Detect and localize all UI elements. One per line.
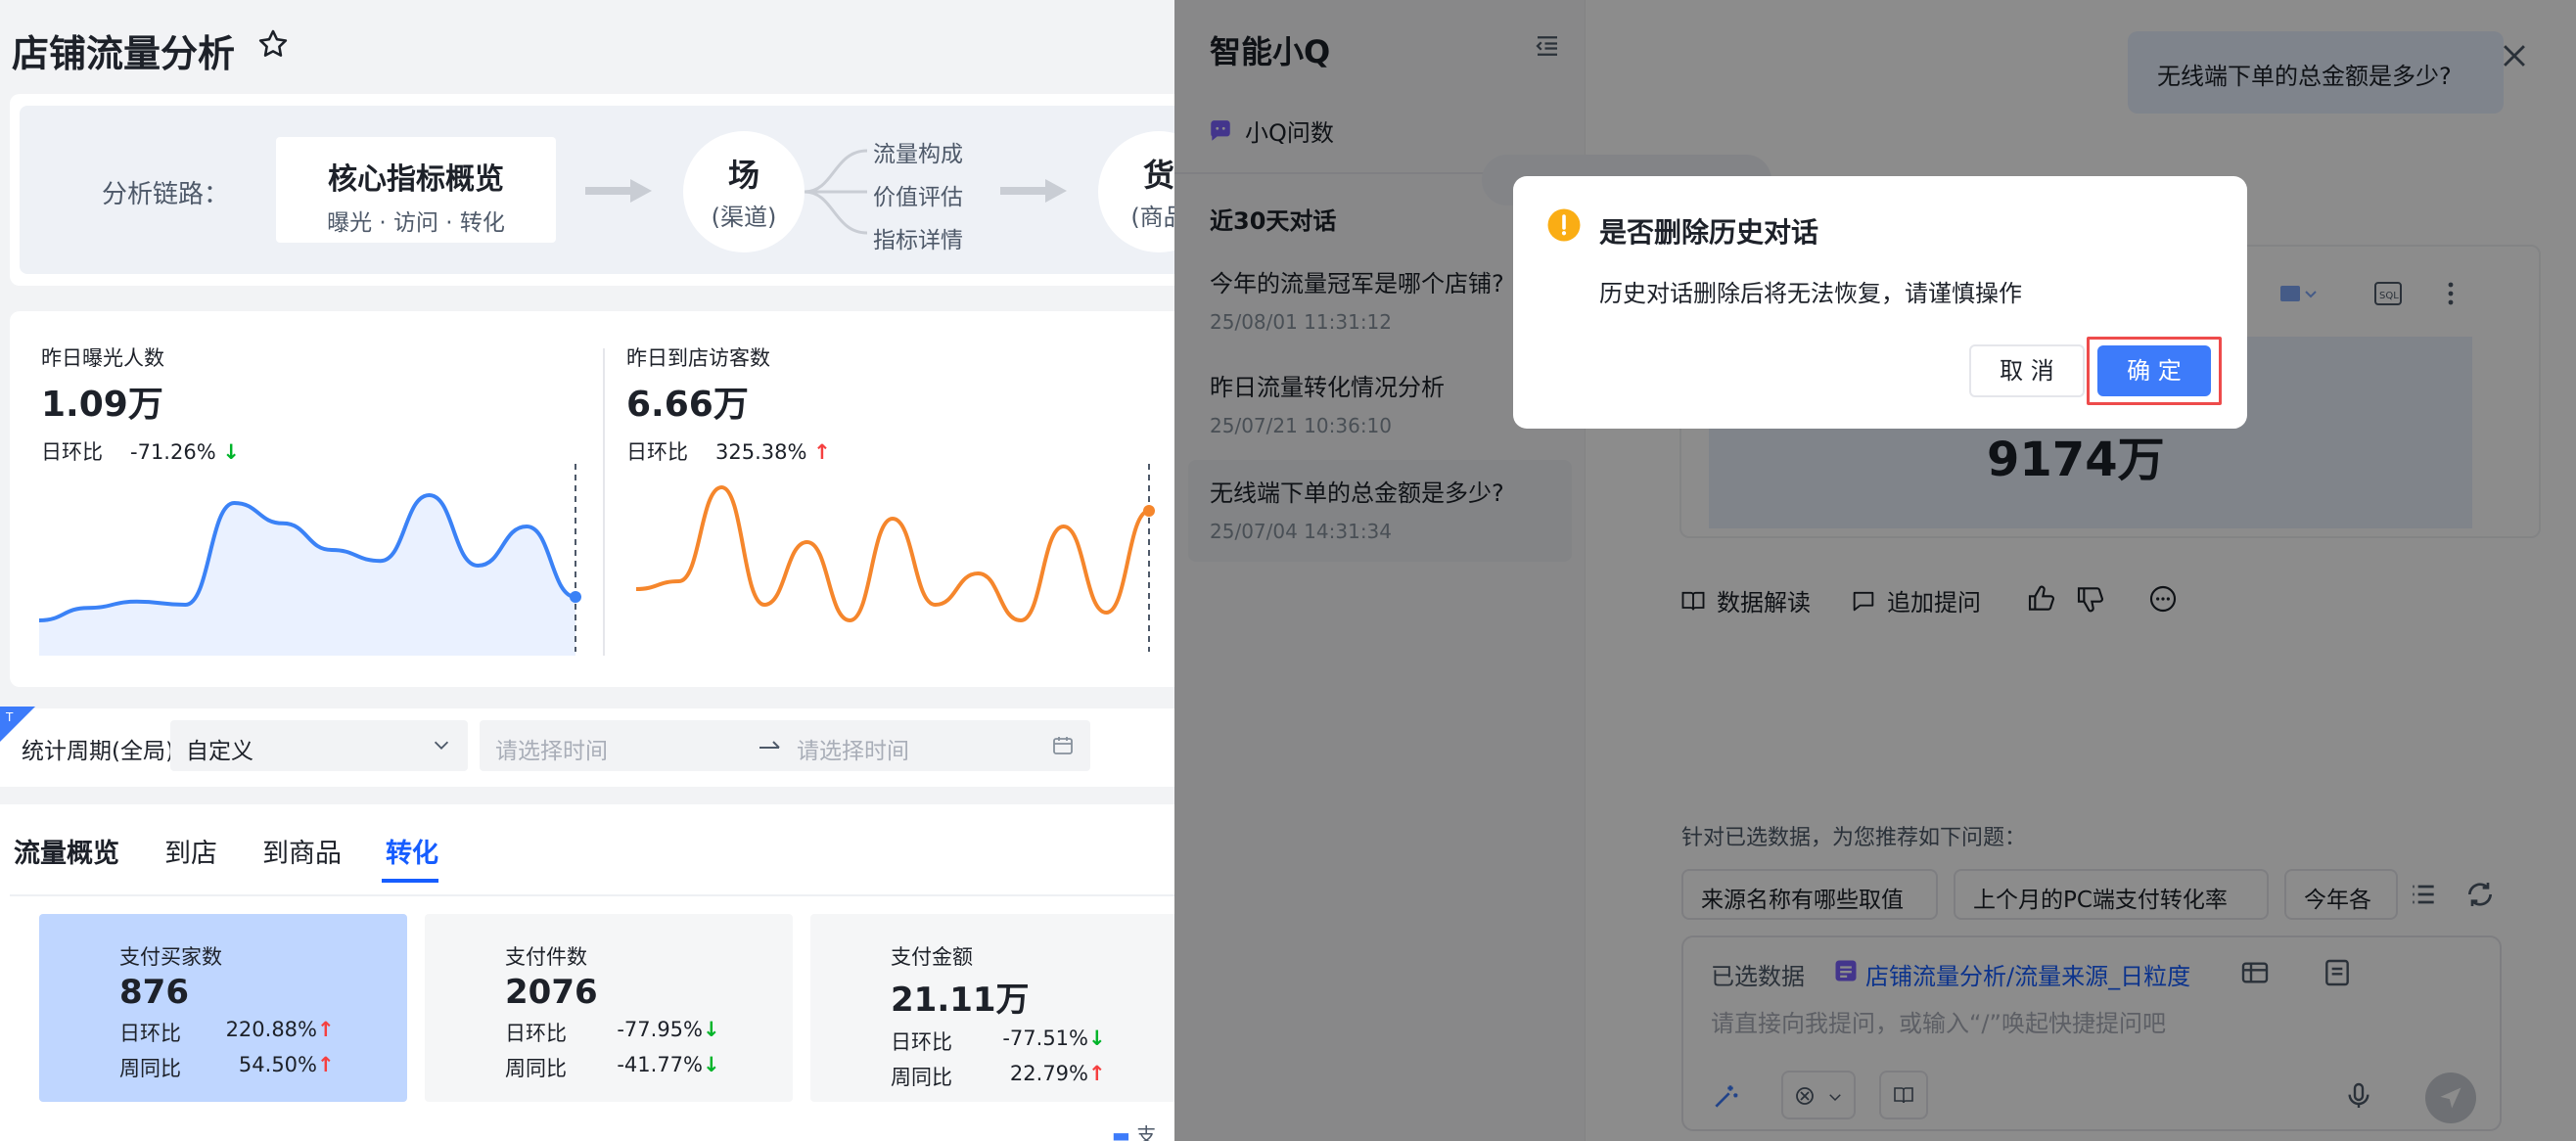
arrow-up-icon: ↑	[317, 1053, 335, 1076]
visitor-metric: 昨日到店访客数 6.66万 日环比 325.38% ↑	[626, 342, 831, 466]
tab-conversion[interactable]: 转化	[386, 832, 438, 870]
goods-node-title: 货	[1142, 157, 1174, 194]
cancel-button[interactable]: 取 消	[1969, 344, 2085, 397]
channel-node-sub: (渠道)	[711, 204, 777, 231]
metric-value: 6.66万	[626, 385, 749, 425]
exposure-trend-chart	[38, 464, 581, 656]
kpi-weekly-row: 周同比 54.50% ↑	[119, 1053, 335, 1082]
traffic-analysis-page: 店铺流量分析 分析链路： 核心指标概览 曝光 · 访问 · 转化 场 (渠道) …	[0, 0, 1174, 1141]
calendar-icon[interactable]	[1051, 734, 1075, 757]
kpi-card-buyers[interactable]: 支付买家数 876 日环比 220.88% ↑ 周同比 54.50% ↑	[39, 914, 407, 1102]
trend-line	[635, 484, 1150, 623]
metric-divider	[603, 348, 605, 656]
chain-arrow-icon	[585, 179, 652, 203]
kpi-content: 支付金额 21.11万 日环比 -77.51% ↓ 周同比 22.79% ↑	[891, 941, 1106, 1091]
page-title: 店铺流量分析	[12, 32, 236, 75]
exposure-metric: 昨日曝光人数 1.09万 日环比 -71.26% ↓	[41, 342, 240, 466]
svg-text:T: T	[5, 710, 14, 724]
chain-arrow-icon	[1000, 179, 1067, 203]
tab-divider	[10, 894, 1174, 896]
kpi-label: 支付买家数	[119, 945, 222, 969]
date-range-picker[interactable]: 请选择时间 请选择时间	[480, 720, 1090, 771]
kpi-daily-row: 日环比 -77.51% ↓	[891, 1027, 1106, 1056]
metric-label: 昨日曝光人数	[41, 346, 164, 370]
kpi-row-label: 日环比	[891, 1030, 952, 1054]
branch-traffic-composition[interactable]: 流量构成	[873, 135, 963, 168]
kpi-row-value: -41.77%	[617, 1053, 703, 1076]
core-metrics-subtitle: 曝光 · 访问 · 转化	[327, 210, 505, 236]
kpi-label: 支付件数	[505, 945, 587, 969]
delete-confirm-dialog: 是否删除历史对话 历史对话删除后将无法恢复，请谨慎操作 取 消 确 定	[1513, 176, 2247, 429]
kpi-row-value: 22.79%	[1009, 1062, 1088, 1085]
tab-to-goods[interactable]: 到商品	[262, 832, 342, 870]
star-icon[interactable]	[256, 27, 290, 61]
kpi-daily-row: 日环比 -77.95% ↓	[505, 1018, 720, 1047]
end-date-input[interactable]: 请选择时间	[797, 732, 909, 765]
kpi-label: 支付金额	[891, 945, 973, 969]
arrow-up-icon: ↑	[1088, 1062, 1106, 1085]
period-select-value: 自定义	[186, 739, 253, 764]
kpi-row-value: -77.51%	[1002, 1027, 1088, 1050]
period-label: 统计周期(全局)	[22, 739, 174, 764]
period-select[interactable]: 自定义	[170, 720, 468, 771]
arrow-down-icon: ↓	[703, 1053, 720, 1076]
branch-value-evaluation[interactable]: 价值评估	[873, 178, 963, 211]
chevron-down-icon	[434, 741, 449, 750]
arrow-down-icon: ↓	[703, 1018, 720, 1041]
warning-icon	[1547, 208, 1581, 242]
dialog-title: 是否删除历史对话	[1599, 216, 1819, 249]
kpi-row-label: 周同比	[891, 1066, 952, 1089]
arrow-up-icon: ↑	[317, 1018, 335, 1041]
trend-end-point	[1143, 505, 1155, 517]
kpi-daily-row: 日环比 220.88% ↑	[119, 1018, 335, 1047]
kpi-row-value: -77.95%	[617, 1018, 703, 1041]
metric-value: 1.09万	[41, 385, 163, 425]
goods-node-sub: (商品	[1130, 204, 1174, 231]
confirm-button[interactable]: 确 定	[2097, 345, 2211, 396]
arrow-right-icon	[759, 741, 780, 749]
kpi-weekly-row: 周同比 22.79% ↑	[891, 1062, 1106, 1091]
branch-lines	[805, 149, 868, 235]
kpi-card-items[interactable]: 支付件数 2076 日环比 -77.95% ↓ 周同比 -41.77% ↓	[425, 914, 793, 1102]
arrow-down-icon: ↓	[1088, 1027, 1106, 1050]
modal-mask[interactable]	[1174, 0, 2576, 1141]
core-metrics-node[interactable]: 核心指标概览 曝光 · 访问 · 转化	[276, 137, 556, 243]
confirm-highlight: 确 定	[2087, 337, 2222, 405]
kpi-content: 支付件数 2076 日环比 -77.95% ↓ 周同比 -41.77% ↓	[505, 941, 720, 1082]
kpi-row-value: 54.50%	[238, 1053, 317, 1076]
kpi-value: 876	[119, 973, 189, 1012]
chain-label: 分析链路：	[102, 180, 230, 209]
kpi-value: 21.11万	[891, 981, 1030, 1020]
kpi-row-label: 周同比	[119, 1057, 181, 1080]
branch-metric-details[interactable]: 指标详情	[873, 221, 963, 254]
channel-node[interactable]: 场 (渠道)	[683, 131, 805, 252]
start-date-input[interactable]: 请选择时间	[495, 732, 608, 765]
tab-traffic-overview[interactable]: 流量概览	[14, 832, 119, 870]
chart-legend: ▬ 支付	[1112, 1119, 1174, 1141]
kpi-card-amount[interactable]: 支付金额 21.11万 日环比 -77.51% ↓ 周同比 22.79% ↑	[810, 914, 1174, 1102]
kpi-row-label: 日环比	[505, 1022, 567, 1045]
kpi-value: 2076	[505, 973, 598, 1012]
channel-node-title: 场	[727, 157, 759, 194]
trend-end-point	[570, 591, 581, 603]
metric-label: 昨日到店访客数	[626, 346, 770, 370]
kpi-weekly-row: 周同比 -41.77% ↓	[505, 1053, 720, 1082]
core-metrics-title: 核心指标概览	[328, 162, 504, 197]
dialog-message: 历史对话删除后将无法恢复，请谨慎操作	[1599, 280, 2022, 307]
kpi-content: 支付买家数 876 日环比 220.88% ↑ 周同比 54.50% ↑	[119, 941, 335, 1082]
kpi-row-label: 周同比	[505, 1057, 567, 1080]
kpi-row-value: 220.88%	[225, 1018, 317, 1041]
active-tab-indicator	[382, 879, 438, 883]
tab-to-store[interactable]: 到店	[164, 832, 217, 870]
visitor-trend-chart	[635, 464, 1155, 652]
trend-area	[39, 495, 575, 656]
kpi-row-label: 日环比	[119, 1022, 181, 1045]
